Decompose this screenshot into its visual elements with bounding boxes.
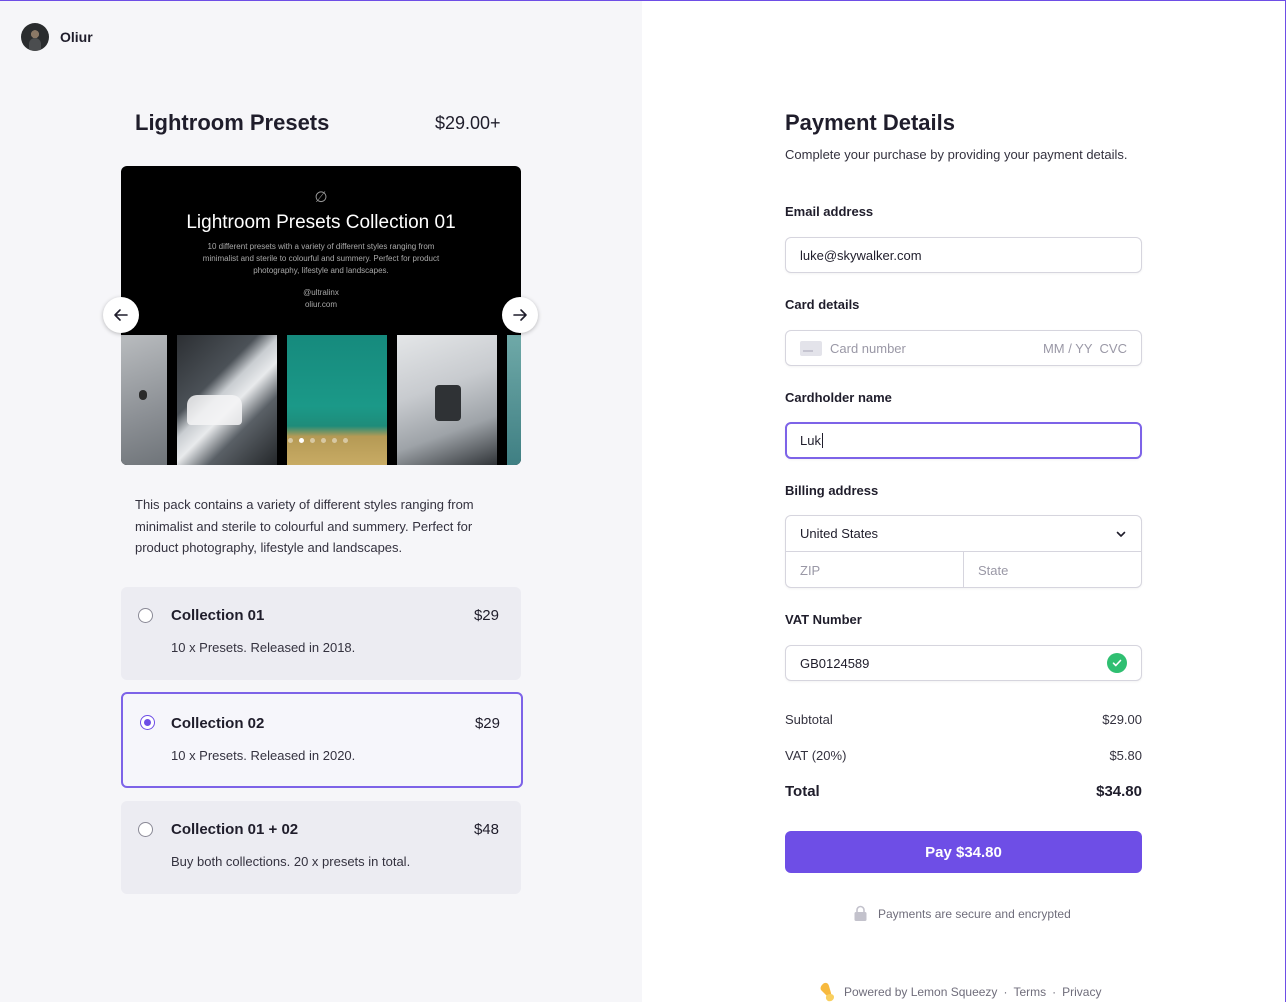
variant-price: $29 xyxy=(474,715,500,732)
email-value: luke@skywalker.com xyxy=(800,247,922,263)
footer-separator: · xyxy=(1003,985,1008,999)
variant-option-collection-bundle[interactable]: Collection 01 + 02 $48 Buy both collecti… xyxy=(121,801,521,894)
footer-separator: · xyxy=(1052,985,1057,999)
carousel-photo-strip xyxy=(121,335,521,465)
carousel-prev-button[interactable] xyxy=(103,297,139,333)
carousel-slide-description: 10 different presets with a variety of d… xyxy=(202,242,440,275)
photo-car xyxy=(177,335,277,465)
collection-logo: ∅ xyxy=(314,189,328,206)
total-label: Total xyxy=(785,783,820,800)
variant-option-collection-02[interactable]: Collection 02 $29 10 x Presets. Released… xyxy=(121,692,523,788)
subtotal-value: $29.00 xyxy=(1102,712,1142,727)
carousel-slide-title: Lightroom Presets Collection 01 xyxy=(186,212,456,233)
total-value: $34.80 xyxy=(1096,783,1142,800)
text-caret xyxy=(821,433,823,448)
photo-laptop xyxy=(121,335,167,465)
vat-number-field[interactable]: GB0124589 xyxy=(785,645,1142,681)
variant-name: Collection 01 xyxy=(171,607,265,624)
variant-description: 10 x Presets. Released in 2020. xyxy=(171,748,356,763)
carousel-dot-active[interactable] xyxy=(299,438,304,443)
carousel-dot[interactable] xyxy=(288,438,293,443)
vat-value: $5.80 xyxy=(1109,748,1142,763)
check-circle-icon xyxy=(1107,653,1127,673)
privacy-link[interactable]: Privacy xyxy=(1062,985,1101,999)
product-image-carousel[interactable]: ∅ Lightroom Presets Collection 01 10 dif… xyxy=(121,166,521,465)
card-expiry-cvc-input[interactable]: MM / YY CVC xyxy=(1043,341,1127,356)
variant-option-collection-01[interactable]: Collection 01 $29 10 x Presets. Released… xyxy=(121,587,521,680)
email-field[interactable]: luke@skywalker.com xyxy=(785,237,1142,273)
carousel-site: oliur.com xyxy=(304,300,337,309)
cardholder-name-value: Luk xyxy=(800,433,821,448)
subtotal-row: Subtotal $29.00 xyxy=(785,712,1142,727)
product-description: This pack contains a variety of differen… xyxy=(135,497,474,555)
billing-address-group: United States ZIP State xyxy=(785,515,1142,588)
powered-by-text: Powered by Lemon Squeezy xyxy=(844,985,998,999)
secure-payment-note: Payments are secure and encrypted xyxy=(853,905,1071,922)
product-panel: Oliur Lightroom Presets $29.00+ ∅ Lightr… xyxy=(0,0,642,1002)
billing-address-label: Billing address xyxy=(785,483,879,498)
email-label: Email address xyxy=(785,204,874,219)
country-value: United States xyxy=(800,526,879,541)
credit-card-icon xyxy=(800,340,822,356)
variant-price: $29 xyxy=(473,607,499,624)
seller-brand[interactable]: Oliur xyxy=(21,23,93,51)
carousel-slide-credits: @ultralinx oliur.com xyxy=(121,287,521,311)
vat-row: VAT (20%) $5.80 xyxy=(785,748,1142,763)
carousel-dot[interactable] xyxy=(343,438,348,443)
state-input[interactable]: State xyxy=(964,552,1141,588)
lemon-squeezy-logo-icon xyxy=(820,982,834,1002)
seller-name: Oliur xyxy=(60,29,93,45)
avatar xyxy=(21,23,49,51)
card-number-input[interactable]: Card number xyxy=(830,341,906,356)
carousel-handle: @ultralinx xyxy=(303,288,339,297)
chevron-down-icon xyxy=(1116,531,1126,537)
secure-note-text: Payments are secure and encrypted xyxy=(878,906,1071,921)
vat-number-label: VAT Number xyxy=(785,612,862,627)
photo-desk xyxy=(397,335,497,465)
lock-icon xyxy=(854,905,867,921)
pay-button[interactable]: Pay $34.80 xyxy=(785,831,1142,873)
card-details-label: Card details xyxy=(785,297,860,312)
vat-label: VAT (20%) xyxy=(785,748,847,763)
carousel-dot[interactable] xyxy=(310,438,315,443)
payment-subtitle: Complete your purchase by providing your… xyxy=(785,147,1128,162)
payment-title: Payment Details xyxy=(785,110,955,135)
photo-partial xyxy=(507,335,521,465)
product-title: Lightroom Presets xyxy=(135,110,330,135)
card-details-field[interactable]: Card number MM / YY CVC xyxy=(785,330,1142,366)
carousel-dot[interactable] xyxy=(332,438,337,443)
window-frame-top xyxy=(0,0,1286,1)
carousel-dot[interactable] xyxy=(321,438,326,443)
arrow-right-icon xyxy=(513,309,527,321)
variant-name: Collection 02 xyxy=(171,715,265,732)
total-row: Total $34.80 xyxy=(785,783,1142,800)
zip-input[interactable]: ZIP xyxy=(786,552,964,588)
country-select[interactable]: United States xyxy=(786,516,1141,552)
vat-number-value: GB0124589 xyxy=(800,655,870,671)
subtotal-label: Subtotal xyxy=(785,712,833,727)
cardholder-name-field[interactable]: Luk xyxy=(785,422,1142,459)
product-price: $29.00+ xyxy=(435,113,501,133)
variant-description: 10 x Presets. Released in 2018. xyxy=(171,640,356,655)
photo-grass xyxy=(287,335,387,465)
variant-radio-selected[interactable] xyxy=(140,715,155,730)
arrow-left-icon xyxy=(114,309,128,321)
cardholder-label: Cardholder name xyxy=(785,390,892,405)
variant-price: $48 xyxy=(473,821,499,838)
variant-name: Collection 01 + 02 xyxy=(171,821,299,838)
variant-description: Buy both collections. 20 x presets in to… xyxy=(171,854,411,869)
variant-radio[interactable] xyxy=(138,608,153,623)
terms-link[interactable]: Terms xyxy=(1013,985,1046,999)
variant-radio[interactable] xyxy=(138,822,153,837)
footer: Powered by Lemon Squeezy · Terms · Priva… xyxy=(818,981,1101,1002)
carousel-next-button[interactable] xyxy=(502,297,538,333)
carousel-pagination xyxy=(288,438,348,443)
